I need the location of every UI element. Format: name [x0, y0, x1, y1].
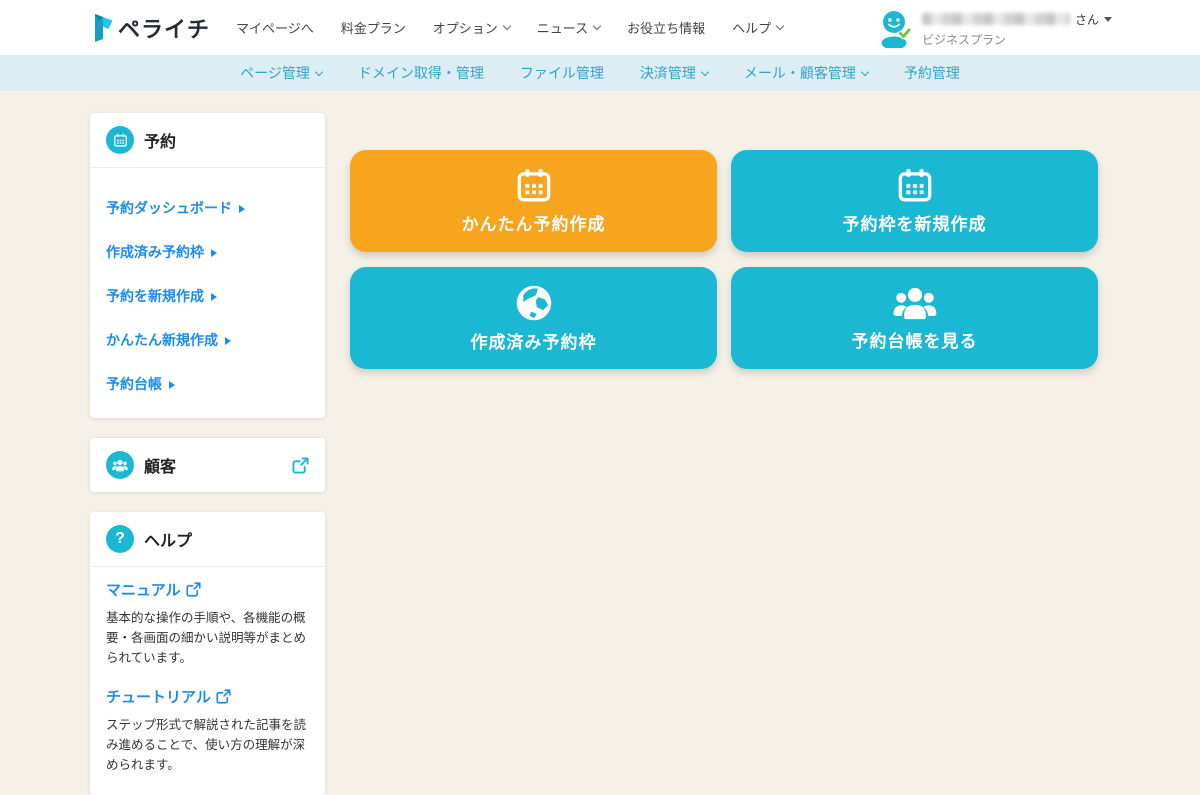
- reservation-card-header: 予約: [90, 113, 325, 167]
- link-label: 予約台帳: [106, 374, 162, 394]
- reservation-card-title: 予約: [144, 128, 176, 152]
- link-label: 予約ダッシュボード: [106, 198, 232, 218]
- nav-item-mypage[interactable]: マイページへ: [236, 18, 314, 37]
- user-avatar-icon: [875, 8, 913, 48]
- subnav-label: 予約管理: [904, 63, 960, 83]
- easy-reservation-create-button[interactable]: かんたん予約作成: [350, 150, 717, 252]
- link-reservation-ledger[interactable]: 予約台帳: [106, 374, 309, 394]
- user-name-redacted: [922, 13, 1070, 25]
- top-nav: マイページへ 料金プラン オプション ニュース お役立ち情報 ヘルプ: [236, 18, 783, 37]
- link-created-slots[interactable]: 作成済み予約枠: [106, 242, 309, 262]
- link-easy-create[interactable]: かんたん新規作成: [106, 330, 309, 350]
- people-icon: [106, 451, 134, 479]
- arrow-right-icon: [211, 293, 217, 301]
- subnav-item-booking[interactable]: 予約管理: [904, 63, 960, 83]
- subnav-label: ドメイン取得・管理: [358, 63, 484, 83]
- arrow-right-icon: [169, 381, 175, 389]
- arrow-right-icon: [211, 249, 217, 257]
- user-name-suffix: さん: [1075, 11, 1099, 28]
- user-name-row: さん: [922, 11, 1112, 28]
- calendar-icon: [106, 126, 134, 154]
- link-label: 予約を新規作成: [106, 286, 204, 306]
- subnav-item-mail-crm[interactable]: メール・顧客管理: [744, 63, 868, 83]
- customer-card-title: 顧客: [144, 453, 176, 477]
- manual-description: 基本的な操作の手順や、各機能の概要・各画面の細かい説明等がまとめられています。: [106, 608, 309, 668]
- link-label: 作成済み予約枠: [106, 242, 204, 262]
- nav-label: ヘルプ: [732, 18, 771, 37]
- caret-down-icon: [1104, 17, 1112, 22]
- tutorial-link[interactable]: チュートリアル: [106, 686, 231, 707]
- calendar-icon: [515, 167, 553, 205]
- link-label: チュートリアル: [106, 686, 211, 707]
- chevron-down-icon: [861, 67, 869, 75]
- globe-icon: [514, 283, 554, 323]
- subnav-item-pages[interactable]: ページ管理: [240, 63, 322, 83]
- subnav-label: ページ管理: [240, 63, 310, 83]
- link-label: かんたん新規作成: [106, 330, 218, 350]
- chevron-down-icon: [315, 67, 323, 75]
- nav-label: 料金プラン: [341, 18, 406, 37]
- customer-card-header: 顧客: [90, 438, 325, 492]
- button-label: 予約枠を新規作成: [843, 210, 987, 235]
- nav-label: お役立ち情報: [627, 18, 705, 37]
- created-slots-button[interactable]: 作成済み予約枠: [350, 267, 717, 369]
- external-link-icon: [186, 582, 201, 597]
- user-menu[interactable]: さん ビジネスプラン: [875, 8, 1112, 48]
- new-reservation-slot-button[interactable]: 予約枠を新規作成: [731, 150, 1098, 252]
- subnav-item-domain[interactable]: ドメイン取得・管理: [358, 63, 484, 83]
- question-icon: ?: [106, 525, 134, 553]
- subnav-label: 決済管理: [640, 63, 696, 83]
- nav-item-pricing[interactable]: 料金プラン: [341, 18, 406, 37]
- nav-item-news[interactable]: ニュース: [537, 18, 600, 37]
- logo-text: ペライチ: [118, 12, 210, 44]
- help-card-header: ? ヘルプ: [90, 512, 325, 566]
- service-subnav: ページ管理 ドメイン取得・管理 ファイル管理 決済管理 メール・顧客管理 予約管…: [0, 55, 1200, 91]
- nav-item-tips[interactable]: お役立ち情報: [627, 18, 705, 37]
- subnav-item-payments[interactable]: 決済管理: [640, 63, 708, 83]
- user-plan-badge: ビジネスプラン: [922, 31, 1112, 48]
- tutorial-description: ステップ形式で解説された記事を読み進めることで、使い方の理解が深められます。: [106, 715, 309, 775]
- brand-logo[interactable]: ペライチ: [88, 12, 210, 44]
- arrow-right-icon: [225, 337, 231, 345]
- chevron-down-icon: [776, 22, 784, 30]
- nav-item-options[interactable]: オプション: [433, 18, 510, 37]
- button-label: かんたん予約作成: [462, 210, 606, 235]
- arrow-right-icon: [239, 205, 245, 213]
- chevron-down-icon: [701, 67, 709, 75]
- manual-link[interactable]: マニュアル: [106, 579, 201, 600]
- external-link-icon: [216, 689, 231, 704]
- link-reservation-dashboard[interactable]: 予約ダッシュボード: [106, 198, 309, 218]
- chevron-down-icon: [593, 22, 601, 30]
- link-label: マニュアル: [106, 579, 181, 600]
- external-link-icon[interactable]: [292, 457, 309, 474]
- reservation-links: 予約ダッシュボード 作成済み予約枠 予約を新規作成 かんたん新規作成 予約台帳: [90, 168, 325, 418]
- subnav-label: ファイル管理: [520, 63, 604, 83]
- view-ledger-button[interactable]: 予約台帳を見る: [731, 267, 1098, 369]
- help-card: ? ヘルプ マニュアル 基本的な操作の手順や、各機能の概要・各画面の細かい説明等…: [90, 512, 325, 795]
- subnav-item-files[interactable]: ファイル管理: [520, 63, 604, 83]
- link-new-reservation[interactable]: 予約を新規作成: [106, 286, 309, 306]
- people-icon: [893, 284, 937, 322]
- customer-card: 顧客: [90, 438, 325, 492]
- nav-label: オプション: [433, 18, 498, 37]
- nav-item-help[interactable]: ヘルプ: [732, 18, 783, 37]
- help-card-title: ヘルプ: [144, 527, 192, 551]
- nav-label: マイページへ: [236, 18, 314, 37]
- sidebar: 予約 予約ダッシュボード 作成済み予約枠 予約を新規作成 かんたん新規作成 予約…: [90, 113, 325, 795]
- calendar-icon: [896, 167, 934, 205]
- button-label: 予約台帳を見る: [852, 327, 978, 352]
- reservation-card: 予約 予約ダッシュボード 作成済み予約枠 予約を新規作成 かんたん新規作成 予約…: [90, 113, 325, 418]
- button-label: 作成済み予約枠: [471, 328, 597, 353]
- main-action-grid: かんたん予約作成 予約枠を新規作成 作成済み予約枠 予約台帳を見る: [350, 150, 1098, 369]
- peraichi-logo-icon: [88, 12, 114, 44]
- subnav-label: メール・顧客管理: [744, 63, 856, 83]
- nav-label: ニュース: [537, 18, 588, 37]
- chevron-down-icon: [503, 22, 511, 30]
- user-text: さん ビジネスプラン: [922, 8, 1112, 48]
- top-header: ペライチ マイページへ 料金プラン オプション ニュース お役立ち情報 ヘルプ …: [0, 0, 1200, 55]
- help-body: マニュアル 基本的な操作の手順や、各機能の概要・各画面の細かい説明等がまとめられ…: [90, 567, 325, 795]
